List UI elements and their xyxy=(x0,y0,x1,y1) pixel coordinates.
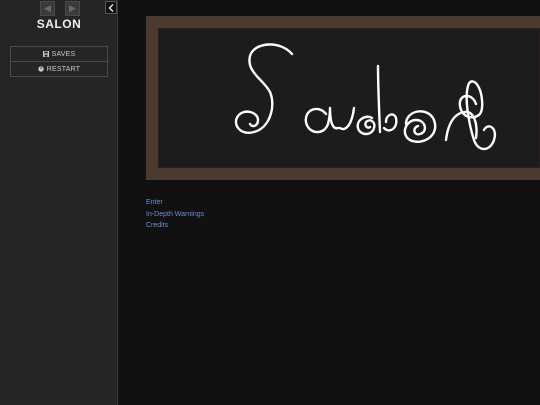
arrow-right-icon: ▶ xyxy=(69,3,76,13)
story-title: SALON xyxy=(36,17,82,31)
power-icon xyxy=(38,66,45,73)
history-back-button[interactable]: ◀ xyxy=(40,1,55,16)
ui-bar-toggle-button[interactable] xyxy=(105,1,117,14)
enter-link[interactable]: Enter xyxy=(146,197,204,209)
passage-links: Enter In-Depth Warnings Credits xyxy=(146,197,204,232)
history-forward-button[interactable]: ▶ xyxy=(65,1,80,16)
in-depth-warnings-link[interactable]: In-Depth Warnings xyxy=(146,209,204,221)
title-banner-image xyxy=(146,16,540,180)
restart-button[interactable]: RESTART xyxy=(10,61,108,77)
arrow-left-icon: ◀ xyxy=(44,3,51,13)
saves-button[interactable]: SAVES xyxy=(10,46,108,61)
saves-label: SAVES xyxy=(51,50,76,58)
credits-link[interactable]: Credits xyxy=(146,220,204,232)
story-menu: SAVES RESTART xyxy=(10,46,108,77)
save-icon xyxy=(43,51,50,58)
salon-handwritten-logo xyxy=(234,43,497,151)
restart-label: RESTART xyxy=(46,65,81,73)
history-controls: ◀ ▶ xyxy=(40,1,80,16)
ui-bar: ◀ ▶ SALON SAVES RESTART xyxy=(0,0,118,405)
chevron-left-icon xyxy=(108,3,113,12)
